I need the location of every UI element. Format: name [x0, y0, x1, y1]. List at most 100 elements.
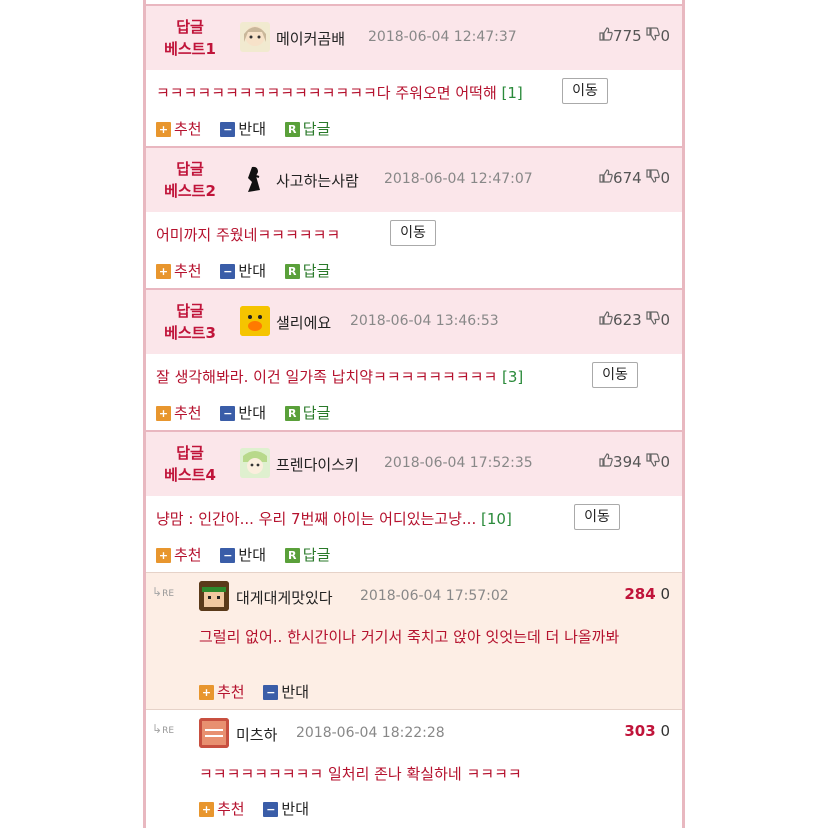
nickname[interactable]: 샐리에요 [276, 312, 331, 333]
oppose-button[interactable]: − 반대 [263, 681, 309, 702]
reply-button[interactable]: R 답글 [284, 402, 330, 423]
reply-count[interactable]: [1] [502, 84, 523, 102]
minus-icon: − [220, 122, 236, 137]
reply-button[interactable]: R 답글 [284, 118, 331, 139]
rank-label-bottom: 베스트4 [164, 466, 216, 484]
minus-icon: − [263, 685, 279, 700]
reply-marker: ↳RE [152, 585, 174, 599]
thumbs-down-icon[interactable] [646, 453, 661, 471]
vote-counts: 303 0 [624, 722, 670, 740]
upvote-count: 284 [624, 585, 656, 603]
thumbs-up-icon[interactable] [599, 169, 613, 187]
reply-comment-2: ↳RE 미츠하 2018-06-04 18:22:28 303 0 ㅋㅋㅋㅋㅋㅋ… [146, 709, 682, 828]
avatar[interactable] [240, 164, 270, 194]
oppose-label: 반대 [238, 120, 266, 138]
nickname[interactable]: 대게대게맛있다 [236, 587, 333, 608]
recommend-button[interactable]: + 추천 [199, 798, 245, 819]
best-rank-badge: 답글 베스트2 [152, 158, 228, 202]
vote-counts: 394 0 [599, 453, 670, 471]
reply-comment-1: ↳RE 대게대게맛있다 2018-06-04 17:57:02 284 0 그럴… [146, 572, 682, 709]
vote-counts: 284 0 [624, 585, 670, 603]
rank-label-top: 답글 [176, 444, 204, 462]
nickname[interactable]: 미츠하 [236, 724, 277, 745]
reply-button[interactable]: R 답글 [284, 260, 330, 281]
recommend-button[interactable]: + 추천 [199, 681, 245, 702]
recommend-label: 추천 [174, 120, 202, 138]
nickname[interactable]: 사고하는사람 [276, 170, 359, 191]
comment-text: 냥맘 : 인간아... 우리 7번째 아이는 어디있는고냥... [10] [156, 508, 512, 529]
move-button[interactable]: 이동 [574, 504, 620, 530]
reply-count[interactable]: [3] [502, 368, 523, 386]
oppose-button[interactable]: − 반대 [263, 798, 309, 819]
downvote-count: 0 [660, 585, 670, 603]
comment-text: 어미까지 주웠네ㅋㅋㅋㅋㅋㅋ [156, 224, 340, 245]
comment-text: 그럴리 없어.. 한시간이나 거기서 죽치고 앉아 잇엇는데 더 나올까봐 [199, 628, 620, 646]
comment-body: 어미까지 주웠네ㅋㅋㅋㅋㅋㅋ [156, 226, 341, 244]
rank-label-bottom: 베스트3 [164, 324, 216, 342]
comment-actions: + 추천 − 반대 [199, 681, 323, 702]
oppose-button[interactable]: − 반대 [220, 260, 266, 281]
thumbs-down-icon[interactable] [646, 27, 661, 45]
reply-arrow-icon: ↳ [152, 722, 163, 736]
recommend-button[interactable]: + 추천 [156, 402, 202, 423]
oppose-label: 반대 [238, 404, 266, 422]
avatar[interactable] [199, 581, 229, 611]
comment-actions: + 추천 − 반대 R 답글 [156, 260, 344, 281]
upvote-count: 775 [613, 27, 642, 45]
comment-body: 잘 생각해봐라. 이건 일가족 납치약ㅋㅋㅋㅋㅋㅋㅋㅋㅋ [156, 368, 498, 386]
upvote-count: 394 [613, 453, 642, 471]
upvote-count: 674 [613, 169, 642, 187]
move-button[interactable]: 이동 [592, 362, 638, 388]
comment-text: 잘 생각해봐라. 이건 일가족 납치약ㅋㅋㅋㅋㅋㅋㅋㅋㅋ [3] [156, 366, 523, 387]
upvote-count: 623 [613, 311, 642, 329]
comment-body: 냥맘 : 인간아... 우리 7번째 아이는 어디있는고냥... [156, 510, 477, 528]
thumbs-up-icon[interactable] [599, 453, 613, 471]
reply-icon: R [284, 122, 300, 137]
recommend-label: 추천 [217, 683, 245, 701]
rank-label-top: 답글 [176, 18, 204, 36]
best-comment-1: 답글 베스트1 메이커곰배 2018-06-04 12:47:37 775 0 … [146, 4, 682, 146]
oppose-button[interactable]: − 반대 [220, 544, 266, 565]
reply-button[interactable]: R 답글 [284, 544, 330, 565]
thumbs-up-icon[interactable] [599, 27, 613, 45]
recommend-label: 추천 [174, 404, 202, 422]
oppose-button[interactable]: − 반대 [220, 402, 266, 423]
recommend-label: 추천 [217, 800, 245, 818]
recommend-button[interactable]: + 추천 [156, 260, 202, 281]
plus-icon: + [156, 264, 171, 279]
downvote-count: 0 [660, 169, 670, 187]
nickname[interactable]: 메이커곰배 [276, 28, 345, 49]
minus-icon: − [220, 406, 236, 421]
comment-date: 2018-06-04 12:47:07 [384, 171, 533, 187]
vote-counts: 623 0 [599, 311, 670, 329]
move-button[interactable]: 이동 [390, 220, 436, 246]
reply-label: 답글 [302, 120, 331, 138]
thumbs-down-icon[interactable] [646, 311, 661, 329]
reply-icon: R [284, 406, 300, 421]
reply-count[interactable]: [10] [481, 510, 512, 528]
recommend-button[interactable]: + 추천 [156, 118, 202, 139]
best-rank-badge: 답글 베스트4 [152, 442, 228, 486]
minus-icon: − [263, 802, 279, 817]
move-button[interactable]: 이동 [562, 78, 608, 104]
minus-icon: − [220, 548, 236, 563]
avatar[interactable] [240, 22, 270, 52]
plus-icon: + [156, 548, 171, 563]
thumbs-down-icon[interactable] [646, 169, 661, 187]
recommend-button[interactable]: + 추천 [156, 544, 202, 565]
oppose-label: 반대 [281, 800, 309, 818]
best-comment-2: 답글 베스트2 사고하는사람 2018-06-04 12:47:07 674 0… [146, 146, 682, 288]
thumbs-up-icon[interactable] [599, 311, 613, 329]
avatar[interactable] [240, 306, 270, 336]
avatar[interactable] [199, 718, 229, 748]
best-rank-badge: 답글 베스트3 [152, 300, 228, 344]
comment-date: 2018-06-04 17:52:35 [384, 455, 533, 471]
nickname[interactable]: 프렌다이스키 [276, 454, 359, 475]
rank-label-bottom: 베스트2 [164, 182, 216, 200]
comment-date: 2018-06-04 17:57:02 [360, 588, 509, 604]
vote-counts: 775 0 [599, 27, 670, 45]
oppose-button[interactable]: − 반대 [220, 118, 266, 139]
avatar[interactable] [240, 448, 270, 478]
reply-marker-label: RE [162, 726, 175, 736]
rank-label-top: 답글 [176, 302, 204, 320]
